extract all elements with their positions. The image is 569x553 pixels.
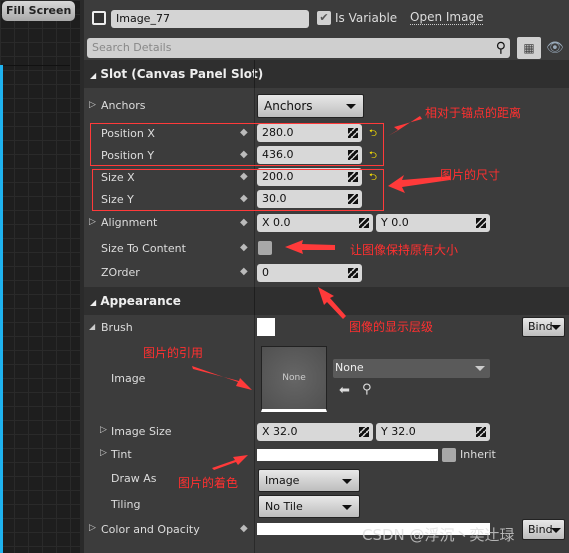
annotation-image-ref: 图片的引用 bbox=[143, 346, 204, 360]
arrow-image-ref bbox=[192, 366, 252, 390]
annotation-size-to-content: 让图像保持原有大小 bbox=[350, 243, 459, 257]
annotation-tint: 图片的着色 bbox=[178, 476, 239, 490]
arrow-position bbox=[388, 116, 422, 136]
annotation-position: 相对于锚点的距离 bbox=[425, 106, 522, 120]
arrow-tint bbox=[212, 455, 248, 470]
annotation-zorder: 图像的显示层级 bbox=[349, 320, 434, 334]
arrow-zorder bbox=[318, 287, 346, 319]
annotation-arrows bbox=[192, 116, 450, 470]
arrow-size-to-content bbox=[285, 240, 335, 254]
annotation-size: 图片的尺寸 bbox=[440, 168, 501, 182]
watermark: CSDN @浮沉丶奕辻琭 bbox=[362, 526, 515, 544]
